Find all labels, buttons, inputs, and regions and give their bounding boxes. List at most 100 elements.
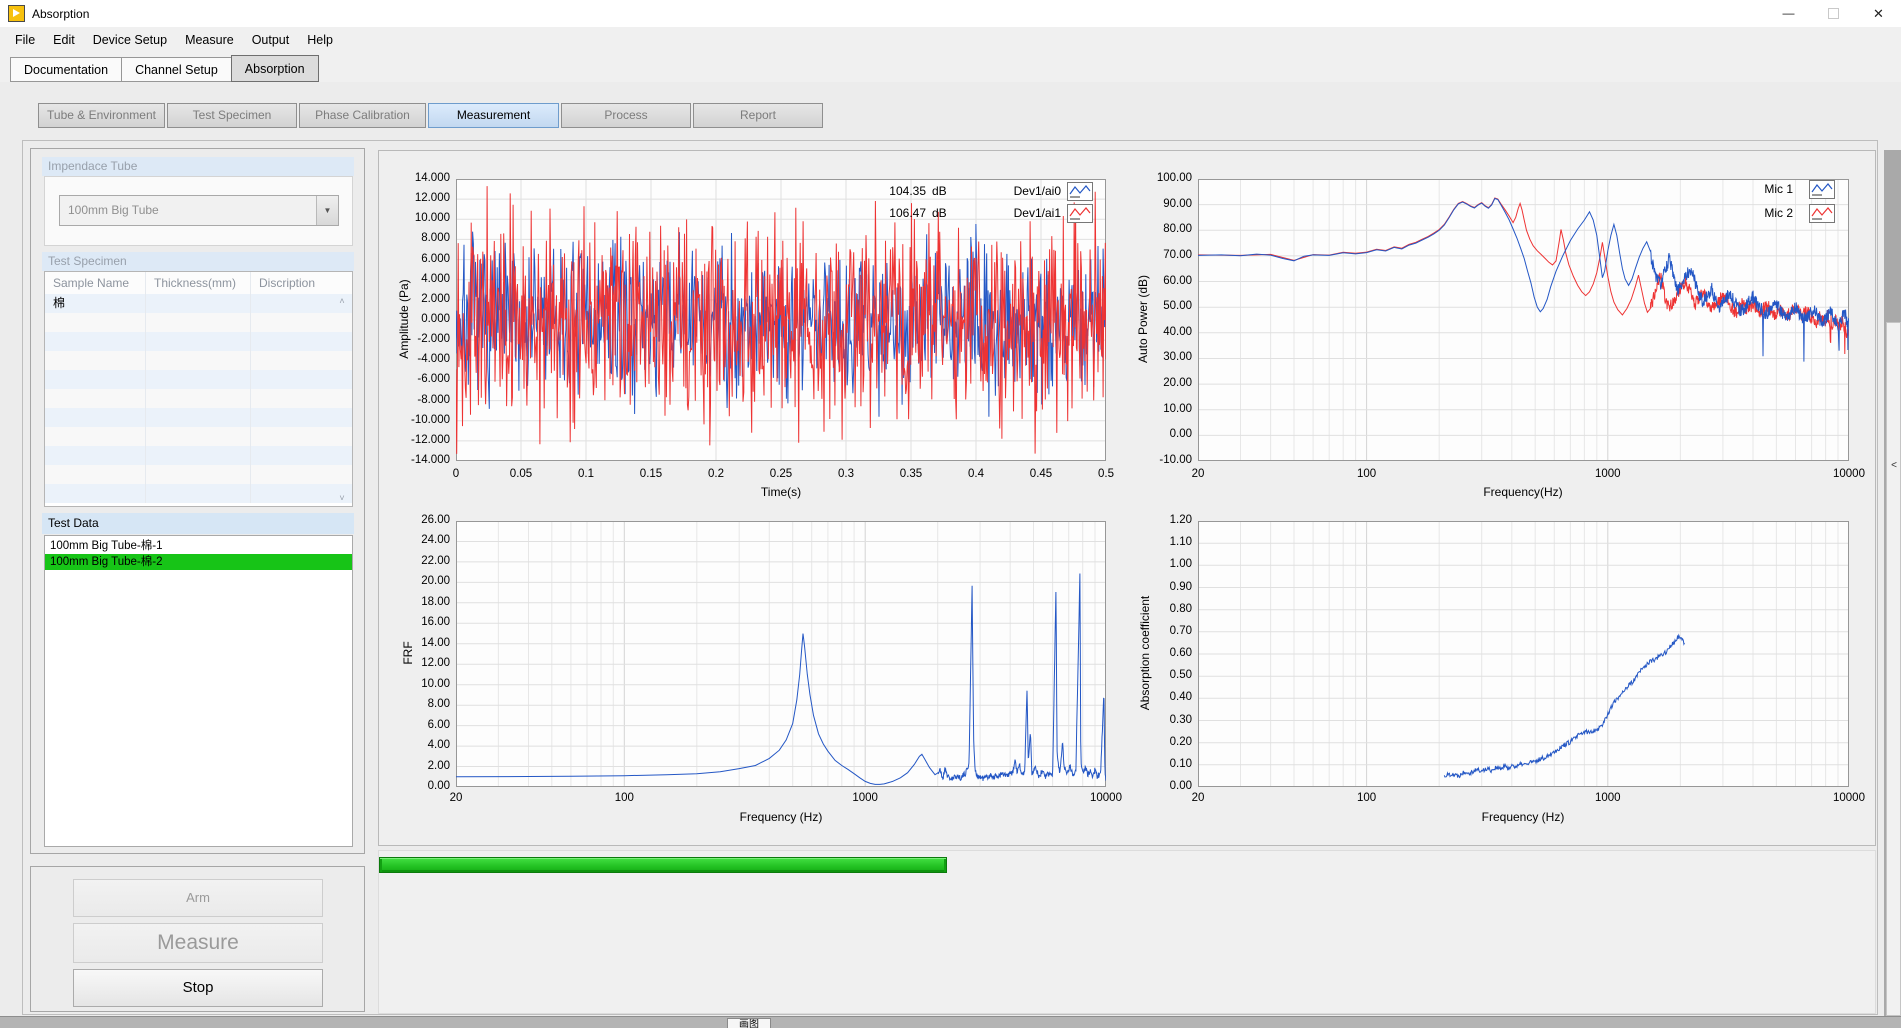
specimen-cell xyxy=(45,370,145,389)
legend-mic-2-icon[interactable] xyxy=(1809,204,1835,223)
specimen-cell xyxy=(250,332,346,351)
time-waveform-xlabel: Time(s) xyxy=(691,485,871,499)
frf-ytick: 14.00 xyxy=(390,637,450,649)
legend-dev1-ai1-icon[interactable] xyxy=(1067,204,1093,223)
auto-power-spectrum-ylabel: Auto Power (dB) xyxy=(1136,229,1150,409)
test-data-list[interactable]: 100mm Big Tube-棉-1100mm Big Tube-棉-2 xyxy=(44,535,353,847)
specimen-cell xyxy=(145,332,250,351)
absorption-coefficient-xtick: 1000 xyxy=(1578,792,1638,804)
specimen-cell: 棉 xyxy=(45,294,145,313)
scroll-down-icon[interactable]: ˅ xyxy=(336,493,348,503)
time-waveform-readout-value: 104.35 xyxy=(874,184,926,198)
frf-ytick: 24.00 xyxy=(390,534,450,546)
time-waveform-readout-value: 106.47 xyxy=(874,206,926,220)
legend-dev1-ai0-icon[interactable] xyxy=(1067,182,1093,201)
specimen-row[interactable] xyxy=(45,332,352,351)
specimen-cell xyxy=(250,351,346,370)
frf-xtick: 10000 xyxy=(1076,792,1136,804)
specimen-row[interactable] xyxy=(45,351,352,370)
specimen-cell xyxy=(250,370,346,389)
time-waveform-ytick: 14.000 xyxy=(390,172,450,184)
impedance-tube-group: 100mm Big Tube ▼ xyxy=(44,176,353,246)
time-waveform-xtick: 0.35 xyxy=(881,468,941,480)
subtab-report[interactable]: Report xyxy=(693,103,823,128)
auto-power-spectrum-ytick: 0.00 xyxy=(1132,428,1192,440)
subtab-test-specimen[interactable]: Test Specimen xyxy=(167,103,297,128)
auto-power-spectrum-xlabel: Frequency(Hz) xyxy=(1433,485,1613,499)
tab-channel-setup[interactable]: Channel Setup xyxy=(121,57,232,82)
specimen-cell xyxy=(145,446,250,465)
specimen-cell xyxy=(250,446,346,465)
specimen-cell xyxy=(145,408,250,427)
specimen-cell xyxy=(145,427,250,446)
menu-output[interactable]: Output xyxy=(243,27,299,54)
subtab-measurement[interactable]: Measurement xyxy=(428,103,559,128)
specimen-row[interactable] xyxy=(45,446,352,465)
time-waveform-plot[interactable] xyxy=(456,179,1106,461)
frf-ylabel: FRF xyxy=(401,563,415,743)
tab-absorption[interactable]: Absorption xyxy=(231,55,319,82)
title-bar[interactable]: Absorption — ✕ xyxy=(0,0,1901,27)
legend-mic-1: Mic 1 xyxy=(1683,182,1793,196)
menu-measure[interactable]: Measure xyxy=(176,27,243,54)
time-waveform-ytick: 12.000 xyxy=(390,192,450,204)
tab-documentation[interactable]: Documentation xyxy=(10,57,122,82)
stop-button[interactable]: Stop xyxy=(73,969,323,1007)
specimen-row[interactable] xyxy=(45,408,352,427)
impedance-tube-dropdown[interactable]: 100mm Big Tube ▼ xyxy=(59,195,339,226)
absorption-window: Absorption — ✕ FileEditDevice SetupMeasu… xyxy=(0,0,1901,1028)
specimen-row[interactable] xyxy=(45,484,352,503)
time-waveform-xtick: 0.15 xyxy=(621,468,681,480)
absorption-coefficient-plot[interactable] xyxy=(1198,521,1849,787)
absorption-coefficient-xtick: 100 xyxy=(1337,792,1397,804)
specimen-row[interactable] xyxy=(45,389,352,408)
close-icon[interactable]: ✕ xyxy=(1856,0,1901,27)
subtab-phase-calibration[interactable]: Phase Calibration xyxy=(299,103,426,128)
frf-ytick: 4.00 xyxy=(390,739,450,751)
menu-edit[interactable]: Edit xyxy=(44,27,84,54)
specimen-cell xyxy=(145,389,250,408)
minimize-icon[interactable]: — xyxy=(1766,0,1811,27)
auto-power-spectrum-plot[interactable] xyxy=(1198,179,1849,461)
specimen-cell xyxy=(250,313,346,332)
test-data-item[interactable]: 100mm Big Tube-棉-1 xyxy=(45,538,352,554)
maximize-icon[interactable] xyxy=(1811,0,1856,27)
sub-tab-strip: Tube & EnvironmentTest SpecimenPhase Cal… xyxy=(38,103,823,128)
frf-plot[interactable] xyxy=(456,521,1106,787)
bottom-partial-tab[interactable]: 画图 xyxy=(727,1018,771,1028)
specimen-cell xyxy=(250,465,346,484)
scroll-up-icon[interactable]: ˄ xyxy=(336,296,348,306)
specimen-col-thickness-mm: Thickness(mm) xyxy=(145,272,250,294)
specimen-row[interactable]: 棉 xyxy=(45,294,352,313)
specimen-row[interactable] xyxy=(45,465,352,484)
time-waveform-ytick: -10.000 xyxy=(390,414,450,426)
app-icon xyxy=(8,5,25,22)
collapse-left-icon[interactable]: < xyxy=(1888,460,1900,471)
menu-device-setup[interactable]: Device Setup xyxy=(84,27,176,54)
absorption-coefficient-ytick: 1.10 xyxy=(1132,536,1192,548)
specimen-row[interactable] xyxy=(45,427,352,446)
menu-file[interactable]: File xyxy=(6,27,44,54)
subtab-process[interactable]: Process xyxy=(561,103,691,128)
time-waveform-readout-unit: dB xyxy=(932,206,958,220)
specimen-row[interactable] xyxy=(45,313,352,332)
chevron-down-icon[interactable]: ▼ xyxy=(316,196,338,225)
specimen-cell xyxy=(45,484,145,503)
frf-ytick: 6.00 xyxy=(390,719,450,731)
legend-mic-1-icon[interactable] xyxy=(1809,180,1835,199)
test-data-header: Test Data xyxy=(42,513,354,534)
menu-help[interactable]: Help xyxy=(298,27,342,54)
time-waveform-xtick: 0.4 xyxy=(946,468,1006,480)
right-scrollbar[interactable] xyxy=(1886,322,1901,1016)
time-waveform-readout-unit: dB xyxy=(932,184,958,198)
specimen-table[interactable]: Sample NameThickness(mm)Discription棉 xyxy=(44,271,353,507)
specimen-cell xyxy=(250,484,346,503)
specimen-row[interactable] xyxy=(45,370,352,389)
specimen-cell xyxy=(45,465,145,484)
test-data-item[interactable]: 100mm Big Tube-棉-2 xyxy=(45,554,352,570)
subtab-tube-environment[interactable]: Tube & Environment xyxy=(38,103,165,128)
auto-power-spectrum-ytick: 100.00 xyxy=(1132,172,1192,184)
specimen-col-discription: Discription xyxy=(250,272,346,294)
specimen-cell xyxy=(45,351,145,370)
measure-button: Measure xyxy=(73,923,323,963)
